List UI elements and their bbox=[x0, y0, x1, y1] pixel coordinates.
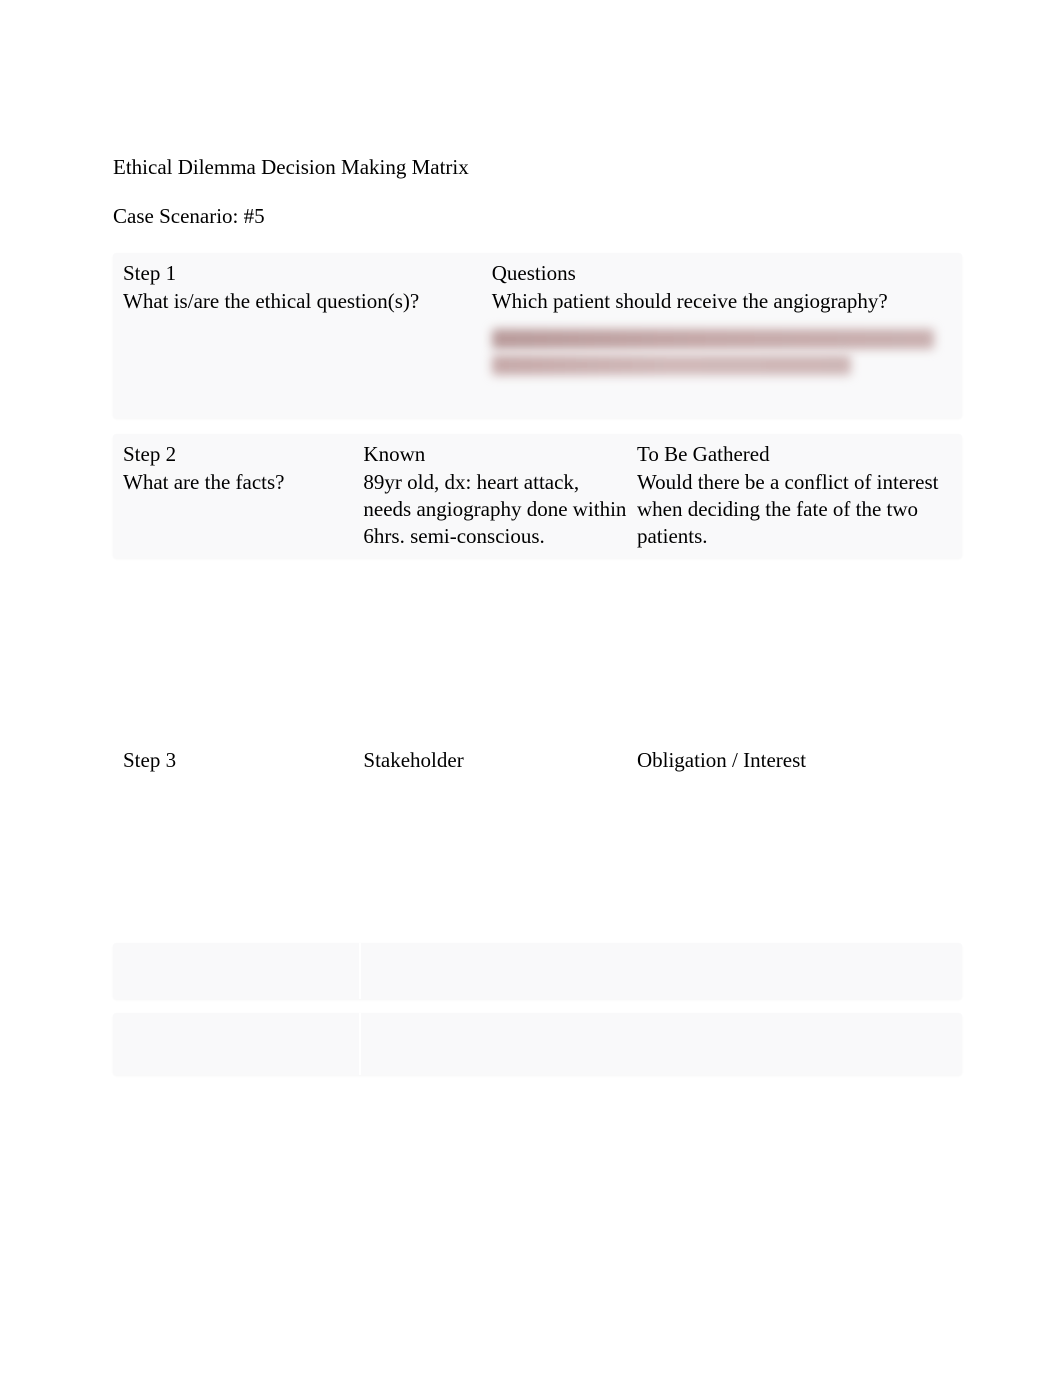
step3-row bbox=[113, 1013, 962, 1075]
step3-row bbox=[113, 943, 962, 999]
step3-stakeholder-heading: Stakeholder bbox=[363, 748, 637, 773]
page-title: Ethical Dilemma Decision Making Matrix bbox=[113, 155, 962, 180]
step1-label: Step 1 bbox=[123, 261, 480, 286]
step2-known: Known 89yr old, dx: heart attack, needs … bbox=[363, 442, 637, 550]
column-divider bbox=[359, 1013, 361, 1075]
step2-gathered-text: Would there be a conflict of interest wh… bbox=[637, 469, 952, 550]
step2-gathered-heading: To Be Gathered bbox=[637, 442, 952, 467]
step2-gathered: To Be Gathered Would there be a conflict… bbox=[637, 442, 952, 550]
step3-row-cell bbox=[397, 949, 712, 993]
step2-prompt: What are the facts? bbox=[123, 469, 353, 496]
step3-row-cell bbox=[397, 1019, 712, 1069]
step3-header-row: Step 3 Stakeholder Obligation / Interest bbox=[113, 748, 962, 773]
step3-row-cell bbox=[712, 1019, 722, 1069]
step2-known-text: 89yr old, dx: heart attack, needs angiog… bbox=[363, 469, 627, 550]
step3-row-cell bbox=[123, 949, 397, 993]
step1-answer: Which patient should receive the angiogr… bbox=[492, 288, 952, 315]
step1-prompt: What is/are the ethical question(s)? bbox=[123, 288, 480, 315]
step1-right: Questions Which patient should receive t… bbox=[488, 261, 952, 410]
step2-known-heading: Known bbox=[363, 442, 627, 467]
step3-label: Step 3 bbox=[123, 748, 363, 773]
step3-row-cell bbox=[712, 949, 722, 993]
step1-section: Step 1 What is/are the ethical question(… bbox=[113, 253, 962, 418]
column-divider bbox=[359, 943, 361, 999]
step1-questions-heading: Questions bbox=[492, 261, 952, 286]
step2-left: Step 2 What are the facts? bbox=[123, 442, 363, 550]
step2-label: Step 2 bbox=[123, 442, 353, 467]
step3-row-cell bbox=[123, 1019, 397, 1069]
step2-section: Step 2 What are the facts? Known 89yr ol… bbox=[113, 434, 962, 558]
case-scenario-label: Case Scenario: #5 bbox=[113, 204, 962, 229]
document-page: Ethical Dilemma Decision Making Matrix C… bbox=[0, 0, 1062, 1075]
step1-left: Step 1 What is/are the ethical question(… bbox=[123, 261, 488, 410]
blurred-text-line bbox=[492, 329, 934, 349]
step3-obligation-heading: Obligation / Interest bbox=[637, 748, 952, 773]
blurred-text-line bbox=[492, 355, 851, 375]
